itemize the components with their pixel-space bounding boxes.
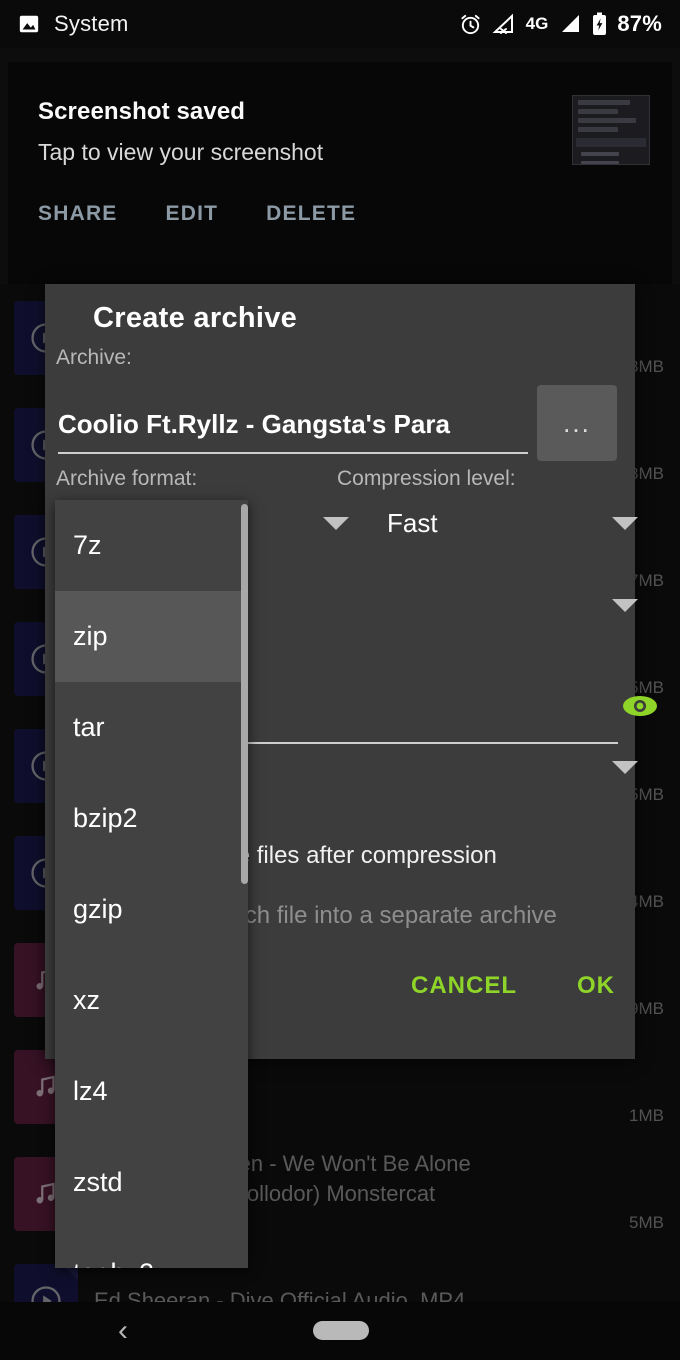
status-bar-right: 4G 87% [459,11,662,37]
screenshot-preview-thumbnail[interactable] [572,95,650,165]
chevron-down-icon[interactable] [612,761,638,774]
chevron-down-icon[interactable] [323,517,349,530]
compression-level-value[interactable]: Fast [387,508,438,539]
compression-level-label: Compression level: [337,467,516,490]
notification-actions: SHARE EDIT DELETE [38,202,642,226]
dropdown-item-zip[interactable]: zip [55,591,248,682]
dropdown-scrollbar[interactable] [241,504,248,884]
archive-name-input[interactable]: Coolio Ft.Ryllz - Gangsta's Para [58,396,528,454]
notification-title: Screenshot saved [38,98,246,125]
status-bar-app-label: System [54,11,129,36]
home-pill-icon[interactable] [313,1321,369,1340]
image-icon [18,13,40,35]
archive-name-value: Coolio Ft.Ryllz - Gangsta's Para [58,408,450,439]
dropdown-item-7z[interactable]: 7z [55,500,248,591]
cancel-button[interactable]: CANCEL [411,972,517,1000]
back-icon[interactable]: ‹ [118,1316,128,1346]
notification-edit-button[interactable]: EDIT [166,202,219,226]
navigation-bar: ‹ [0,1302,680,1360]
dropdown-item-bzip2[interactable]: bzip2 [55,773,248,864]
dropdown-item-tarbz2[interactable]: tar.bz2 [55,1228,248,1268]
ok-button[interactable]: OK [577,972,615,1000]
notification-card[interactable]: Screenshot saved Tap to view your screen… [8,62,672,284]
signal-bars-icon [558,13,582,35]
browse-button[interactable]: ... [537,385,617,461]
page-title: Create archive [93,302,298,334]
signal-off-icon [492,13,516,35]
show-password-icon[interactable] [621,693,659,724]
battery-percent-label: 87% [617,11,662,36]
status-bar: System 4G 87% [0,0,680,48]
battery-charging-icon [592,12,607,36]
notification-subtitle: Tap to view your screenshot [38,139,324,165]
chevron-down-icon[interactable] [612,517,638,530]
archive-format-dropdown[interactable]: 7z zip tar bzip2 gzip xz lz4 zstd tar.bz… [55,500,248,1268]
notification-delete-button[interactable]: DELETE [266,202,356,226]
phone-screen: System 4G 87% Screenshot saved Tap to vi… [0,0,680,1360]
dropdown-item-xz[interactable]: xz [55,955,248,1046]
dropdown-item-zstd[interactable]: zstd [55,1137,248,1228]
network-type-label: 4G [525,14,549,33]
dialog-actions: CANCEL OK [411,972,615,1000]
archive-label: Archive: [56,346,132,369]
alarm-icon [459,13,482,36]
archive-format-label: Archive format: [56,467,198,490]
notification-share-button[interactable]: SHARE [38,202,118,226]
chevron-down-icon[interactable] [612,599,638,612]
dropdown-item-tar[interactable]: tar [55,682,248,773]
dropdown-item-gzip[interactable]: gzip [55,864,248,955]
dropdown-item-lz4[interactable]: lz4 [55,1046,248,1137]
status-bar-left: System [18,11,129,37]
